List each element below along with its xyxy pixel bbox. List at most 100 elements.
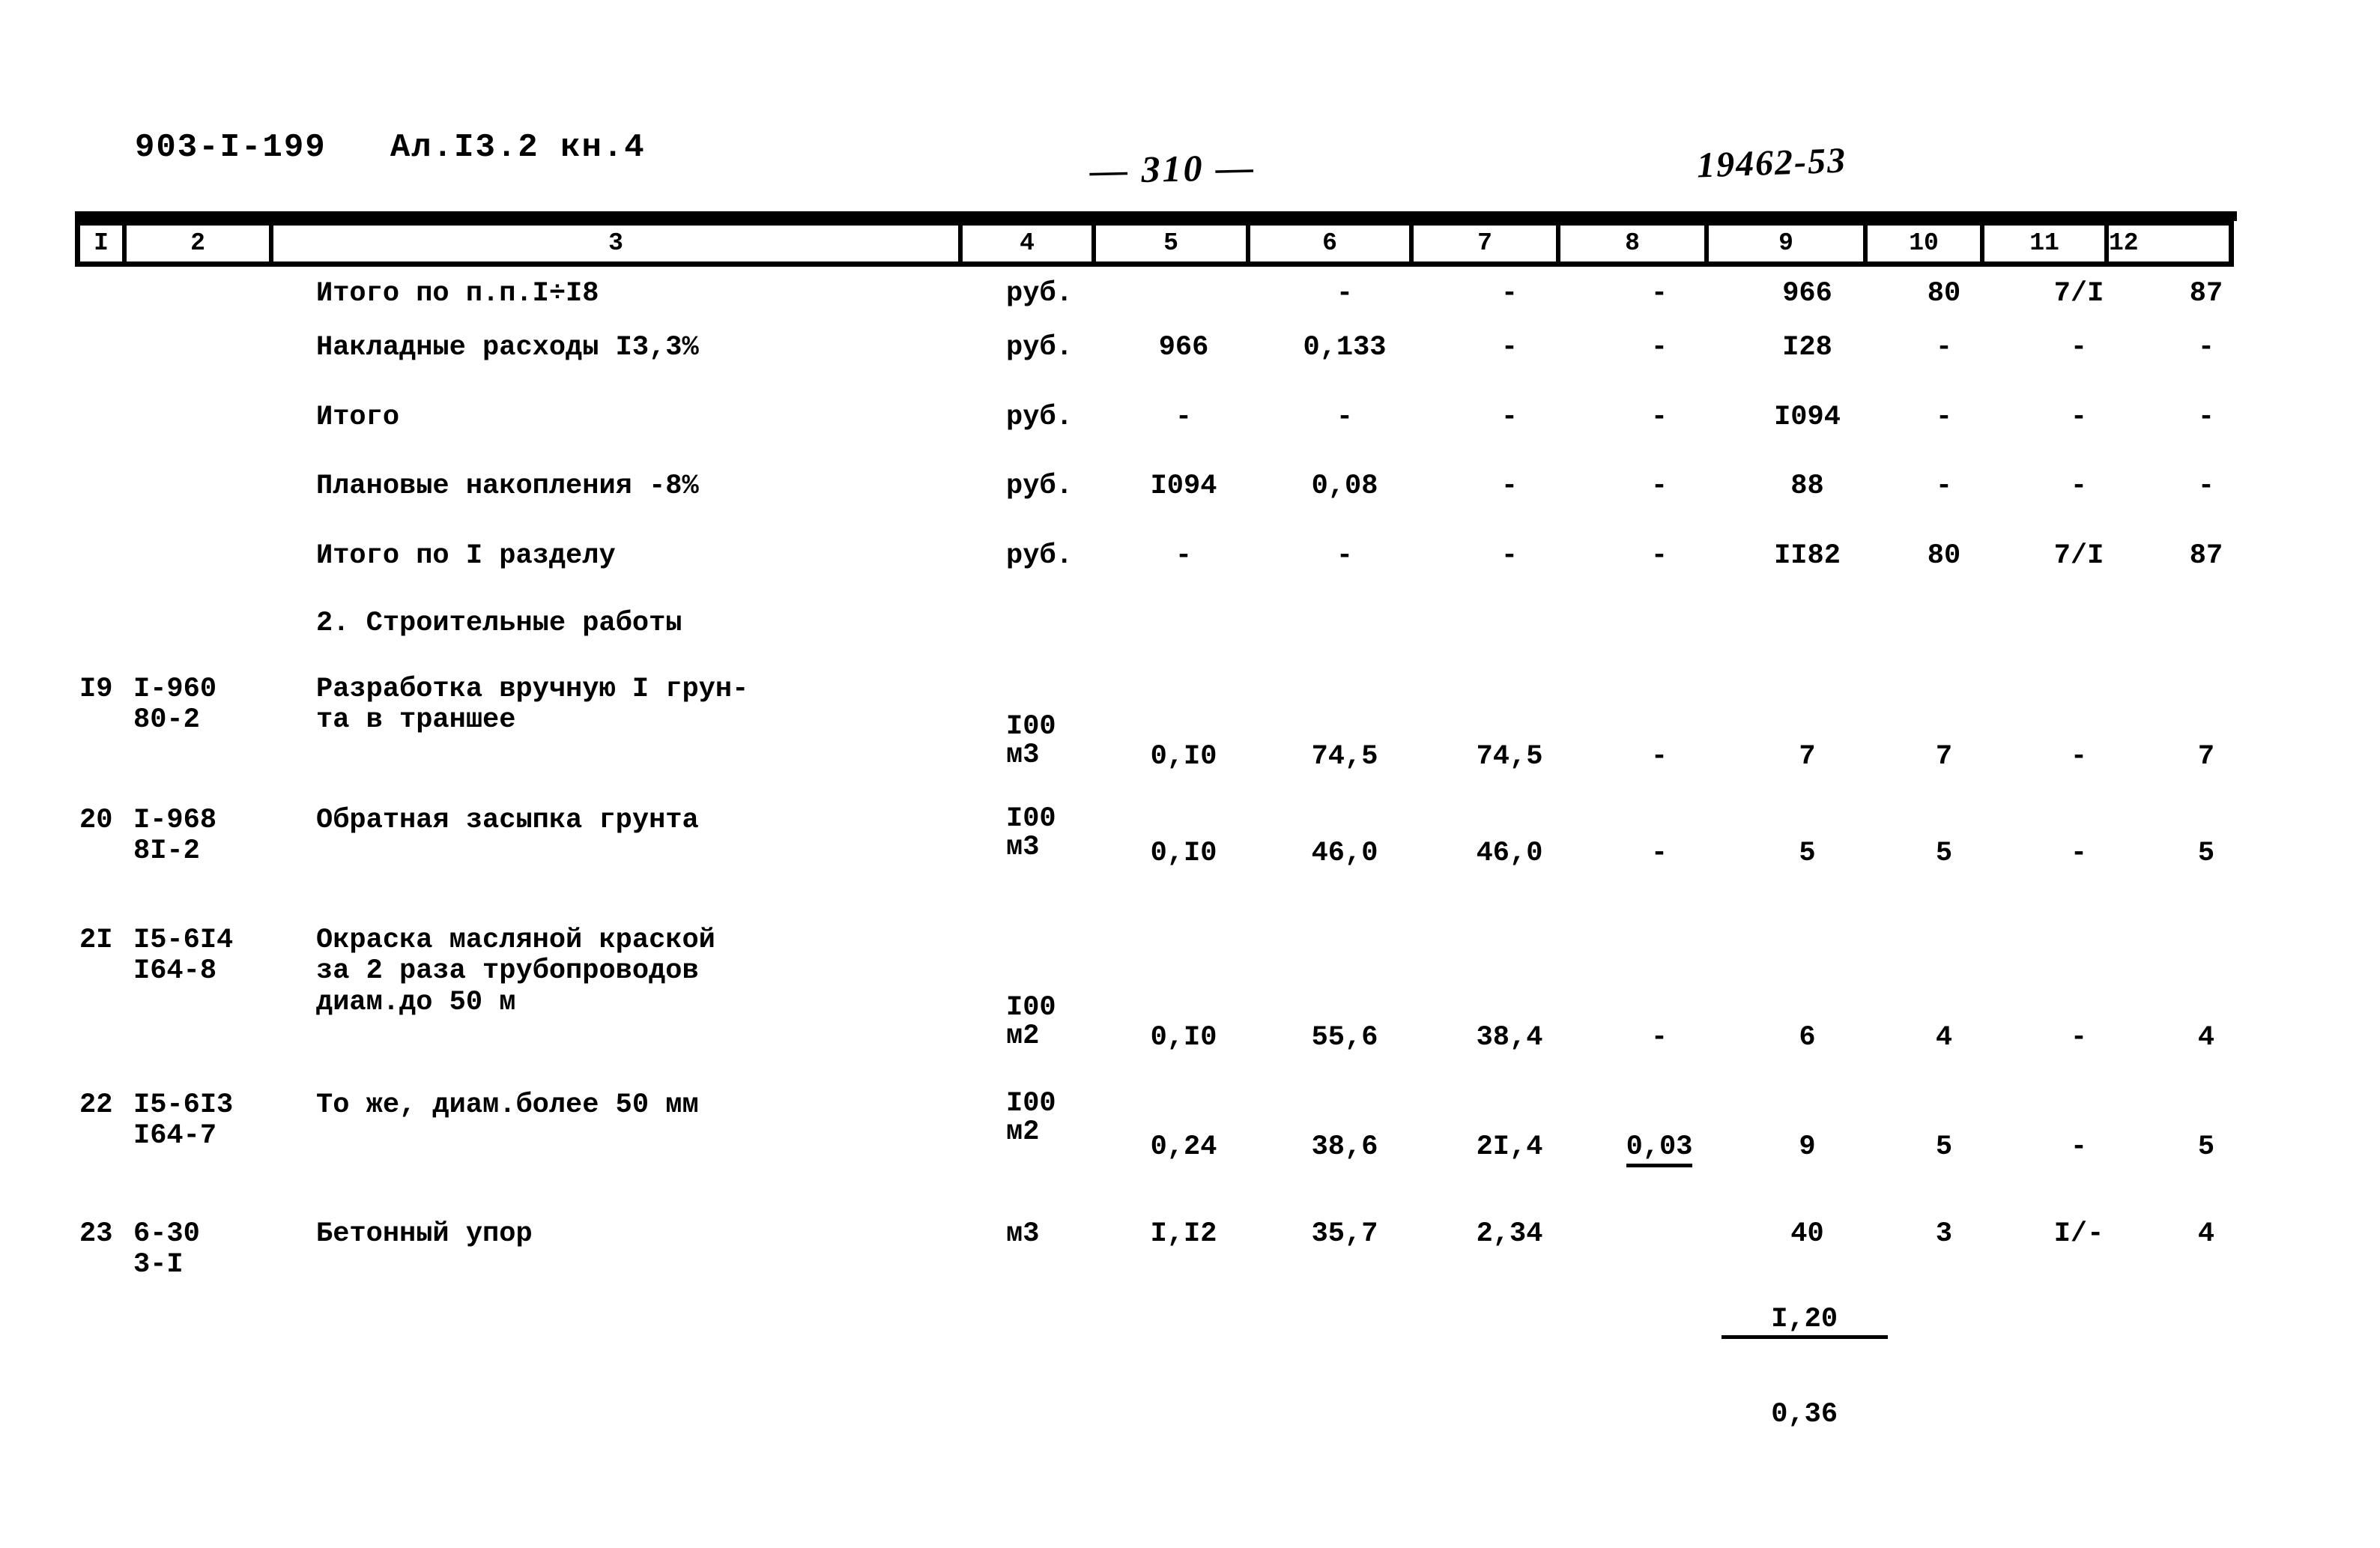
table-row: Накладные расходы I3,3% руб. 966 0,133 -… (75, 332, 2234, 402)
work-description: То же, диам.более 50 мм (316, 1089, 699, 1121)
unit-cell: руб. (1006, 540, 1073, 572)
fraction-numerator: I,20 (1721, 1305, 1888, 1339)
document-page: 903-I-199 Ал.I3.2 кн.4 — 310 — 19462-53 … (0, 0, 2380, 1548)
value-col6: 38,6 (1311, 1131, 1378, 1163)
value-col12: 7 (2197, 741, 2215, 773)
column-header-4: 4 (963, 226, 1096, 261)
value-col6: 0,08 (1311, 471, 1378, 502)
column-header-7: 7 (1414, 226, 1560, 261)
table-row: I9 I-960 80-2 Разработка вручную I грун-… (75, 674, 2234, 805)
value-col12: - (2197, 471, 2215, 502)
row-number: 22 (79, 1089, 113, 1121)
value-col9: 6 (1799, 1022, 1816, 1053)
value-col12: 5 (2197, 1131, 2215, 1163)
value-col8: - (1650, 741, 1668, 773)
value-col9: 40 (1790, 1218, 1824, 1250)
value-col5: 966 (1158, 332, 1209, 363)
value-col7: 2I,4 (1476, 1131, 1543, 1163)
value-col11: - (2070, 402, 2088, 433)
norm-code: I-968 8I-2 (133, 805, 217, 868)
column-header-2: 2 (127, 226, 273, 261)
work-description: Плановые накопления -8% (316, 471, 699, 502)
value-col9: I28 (1782, 332, 1832, 363)
value-col9: 966 (1782, 278, 1832, 309)
unit-cell: руб. (1006, 332, 1073, 363)
table-row: 20 I-968 8I-2 Обратная засыпка грунта I0… (75, 805, 2234, 925)
value-col12: 4 (2197, 1218, 2215, 1250)
norm-code: I5-6I3 I64-7 (133, 1089, 234, 1152)
work-description: Итого по I разделу (316, 540, 616, 572)
column-header-11: 11 (1984, 226, 2109, 261)
table-row: 2I I5-6I4 I64-8 Окраска масляной краской… (75, 925, 2234, 1090)
table-row: Итого по I разделу руб. - - - - II82 80 … (75, 540, 2234, 608)
table-row: Итого руб. - - - - I094 - - - (75, 402, 2234, 471)
value-col11: - (2070, 741, 2088, 773)
fraction: I,20 0,36 (1721, 1247, 1888, 1487)
value-col7: 46,0 (1476, 838, 1543, 869)
value-col11: 7/I (2053, 278, 2104, 309)
value-col12: 5 (2197, 838, 2215, 869)
value-col12: - (2197, 332, 2215, 363)
value-col7: - (1501, 471, 1518, 502)
work-description: Обратная засыпка грунта (316, 805, 699, 836)
value-col10: 80 (1927, 540, 1961, 572)
unit-cell: I00 м2 (1006, 1088, 1056, 1148)
column-header-1: I (80, 226, 127, 261)
value-col6: - (1336, 278, 1354, 309)
work-description: Итого (316, 402, 400, 433)
value-col11: - (2070, 838, 2088, 869)
work-description: Разработка вручную I грун- та в траншее (316, 674, 749, 737)
value-col7: - (1501, 278, 1518, 309)
value-col12: 4 (2197, 1022, 2215, 1053)
value-col9: 9 (1799, 1131, 1816, 1163)
table-row: 23 6-30 3-I Бетонный упор м3 I,I2 35,7 2… (75, 1218, 2234, 1429)
value-col11: - (2070, 1131, 2088, 1163)
table-row: Итого по п.п.I÷I8 руб. - - - 966 80 7/I … (75, 278, 2234, 333)
unit-cell: руб. (1006, 471, 1073, 502)
row-number: I9 (79, 674, 113, 705)
work-description: Накладные расходы I3,3% (316, 332, 699, 363)
value-col9: 5 (1799, 838, 1816, 869)
value-col8: - (1650, 540, 1668, 572)
value-col11: - (2070, 332, 2088, 363)
value-col10: 4 (1935, 1022, 1953, 1053)
value-col6: 35,7 (1311, 1218, 1378, 1250)
table-column-header-row: I 2 3 4 5 6 7 8 9 10 11 12 (75, 220, 2234, 267)
value-col8-fraction: I,20 0,36 (1588, 1216, 1888, 1520)
value-col11: - (2070, 1022, 2088, 1053)
value-col10: - (1935, 471, 1953, 502)
unit-cell: I00 м3 (1006, 803, 1056, 863)
fraction-denominator: 0,36 (1771, 1398, 1838, 1430)
row-number: 2I (79, 925, 113, 956)
value-col10: - (1935, 332, 1953, 363)
value-col5: I094 (1150, 471, 1217, 502)
section-heading-row: 2. Строительные работы (75, 608, 2234, 674)
value-col10: 5 (1935, 1131, 1953, 1163)
value-col5: I,I2 (1150, 1218, 1217, 1250)
work-description: Бетонный упор (316, 1218, 533, 1250)
value-col7: 74,5 (1476, 741, 1543, 773)
value-col9: I094 (1774, 402, 1841, 433)
column-header-12: 12 (2109, 229, 2139, 257)
value-col6: 0,133 (1303, 332, 1387, 363)
value-col8: - (1650, 402, 1668, 433)
norm-code: 6-30 3-I (133, 1218, 200, 1281)
unit-cell: м3 (1006, 1218, 1040, 1250)
work-description: Окраска масляной краской за 2 раза трубо… (316, 925, 715, 1018)
value-col5: 0,I0 (1150, 1022, 1217, 1053)
value-col11: I/- (2053, 1218, 2104, 1250)
value-col5: - (1175, 540, 1193, 572)
table-row: 22 I5-6I3 I64-7 То же, диам.более 50 мм … (75, 1088, 2234, 1219)
value-col5: - (1175, 402, 1193, 433)
value-col10: 3 (1935, 1218, 1953, 1250)
row-number: 20 (79, 805, 113, 836)
value-col7: 2,34 (1476, 1218, 1543, 1250)
value-col8: - (1650, 1022, 1668, 1053)
value-col12: 87 (2189, 278, 2223, 309)
work-description: Итого по п.п.I÷I8 (316, 278, 599, 309)
norm-code: I5-6I4 I64-8 (133, 925, 234, 988)
column-header-9: 9 (1709, 226, 1868, 261)
norm-code: I-960 80-2 (133, 674, 217, 737)
value-col8: - (1650, 278, 1668, 309)
value-col7: 38,4 (1476, 1022, 1543, 1053)
